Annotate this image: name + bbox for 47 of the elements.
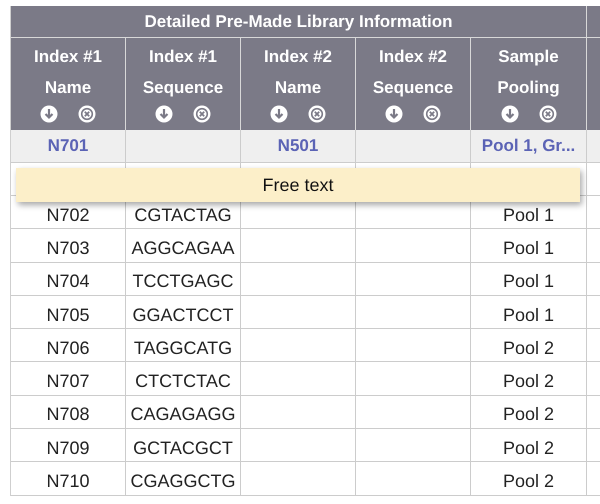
table-cell: Pool 2 [471, 462, 587, 496]
filter-cell[interactable]: N701 [11, 130, 126, 163]
column-header[interactable]: Index #2 Sequence [356, 38, 471, 130]
table-cell: GCTACGCT [126, 429, 241, 462]
column-header[interactable]: Index #1 Sequence [126, 38, 241, 130]
clear-icon[interactable] [423, 105, 441, 123]
table-cell: TAGGCATG [126, 329, 241, 362]
table-cell: N710 [11, 462, 126, 496]
table-cell: GGACTCCT [126, 296, 241, 330]
table-cell: N703 [11, 229, 126, 263]
table-cell: Pool 1 [471, 262, 587, 296]
table-cell: CTCTCTAC [126, 362, 241, 396]
table-cell: TCCTGAGC [126, 262, 241, 296]
table-cell: N707 [11, 362, 126, 396]
download-icon[interactable] [155, 105, 173, 123]
table-cell: CAGAGAGG [126, 396, 241, 430]
filter-cell[interactable] [126, 130, 241, 163]
table-cell: AGGCAGAA [126, 229, 241, 263]
table-cell: N709 [11, 429, 126, 462]
table-cell: N708 [11, 396, 126, 430]
table-cell: Pool 1 [471, 229, 587, 263]
table-cell: Pool 2 [471, 329, 587, 362]
clear-icon[interactable] [308, 105, 326, 123]
table-cell: Pool 2 [471, 396, 587, 430]
filter-cell[interactable] [356, 130, 471, 163]
table-cell: N706 [11, 329, 126, 362]
table-cell: N704 [11, 262, 126, 296]
download-icon[interactable] [385, 105, 403, 123]
table-cell: Pool 1 [471, 296, 587, 330]
tooltip: Free text [16, 168, 580, 202]
download-icon[interactable] [270, 105, 288, 123]
column-header[interactable]: Index #2 Name [241, 38, 356, 130]
table-cell: Pool 2 [471, 362, 587, 396]
column-header[interactable]: Index #1 Name [11, 38, 126, 130]
table-cell: Pool 2 [471, 429, 587, 462]
filter-cell[interactable]: Pool 1, Gr... [471, 130, 587, 163]
clear-icon[interactable] [193, 105, 211, 123]
table-cell: N705 [11, 296, 126, 330]
download-icon[interactable] [40, 105, 58, 123]
clear-icon[interactable] [538, 105, 556, 123]
clear-icon[interactable] [78, 105, 96, 123]
table-cell: CGAGGCTG [126, 462, 241, 496]
column-header[interactable]: Sample Pooling [471, 38, 587, 130]
download-icon[interactable] [500, 105, 518, 123]
filter-cell[interactable] [587, 130, 600, 163]
table-title: Detailed Pre-Made Library Information [11, 6, 587, 38]
filter-cell[interactable]: N501 [241, 130, 356, 163]
